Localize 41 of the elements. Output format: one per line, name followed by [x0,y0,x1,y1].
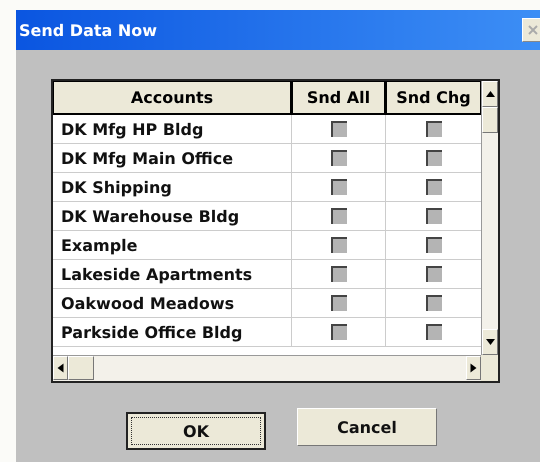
account-cell: Lakeside Apartments [53,260,292,289]
checkbox[interactable] [426,266,442,282]
checkbox[interactable] [330,150,346,166]
account-cell: Oakwood Meadows [53,289,292,318]
checkbox[interactable] [426,179,442,195]
account-cell: DK Warehouse Bldg [53,202,292,231]
close-button[interactable] [522,18,540,42]
account-cell: DK Mfg HP Bldg [53,115,292,144]
checkbox[interactable] [330,295,346,311]
checkbox[interactable] [330,179,346,195]
account-cell: Example [53,231,292,260]
checkbox[interactable] [330,266,346,282]
dialog-button[interactable]: OK [126,412,266,450]
checkbox[interactable] [330,121,346,137]
checkbox[interactable] [426,295,442,311]
scrollbar-corner [481,355,498,381]
checkbox[interactable] [426,237,442,253]
horizontal-scrollbar[interactable] [53,355,481,381]
column-header[interactable]: Snd All [292,81,386,115]
window-title: Send Data Now [19,20,158,40]
checkbox[interactable] [426,150,442,166]
column-header[interactable]: Accounts [53,81,292,115]
account-cell: DK Shipping [53,173,292,202]
right-arrow-icon [470,364,476,372]
checkbox[interactable] [330,324,346,340]
column-header[interactable]: Snd Chg [386,81,481,115]
account-cell: Parkside Office Bldg [53,318,292,347]
left-arrow-icon [58,364,64,372]
vertical-scrollbar[interactable] [481,81,498,355]
checkbox[interactable] [330,237,346,253]
scroll-thumb[interactable] [482,107,498,133]
checkbox[interactable] [426,324,442,340]
checkbox[interactable] [330,208,346,224]
close-icon [528,25,538,35]
down-arrow-icon [486,339,494,345]
checkbox[interactable] [426,121,442,137]
up-arrow-icon [486,91,494,97]
checkbox[interactable] [426,208,442,224]
account-cell: DK Mfg Main Office [53,144,292,173]
scroll-thumb[interactable] [68,356,94,380]
dialog-button[interactable]: Cancel [297,408,437,446]
